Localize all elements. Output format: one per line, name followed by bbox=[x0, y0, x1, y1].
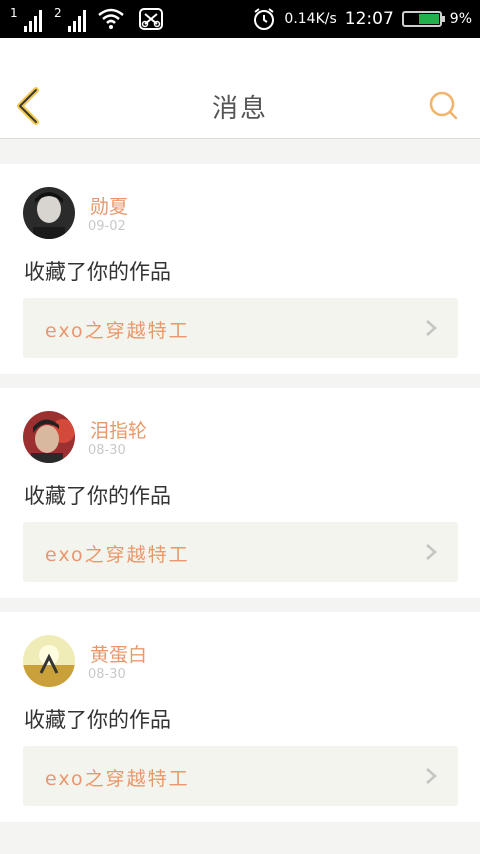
search-button[interactable] bbox=[428, 90, 460, 122]
search-icon bbox=[429, 91, 458, 120]
sim1-label: 1 bbox=[10, 6, 18, 20]
work-link[interactable]: exo之穿越特工 bbox=[23, 298, 458, 358]
avatar[interactable] bbox=[23, 187, 75, 239]
status-bar: 1 2 0.14K/s 12:07 9% bbox=[0, 0, 480, 38]
tools-icon bbox=[139, 8, 163, 30]
work-link[interactable]: exo之穿越特工 bbox=[23, 746, 458, 806]
avatar[interactable] bbox=[23, 635, 75, 687]
notification-list: 勋夏 09-02 收藏了你的作品 exo之穿越特工 泪指轮 08-30 收藏了你… bbox=[0, 150, 480, 822]
wifi-icon bbox=[98, 8, 124, 29]
page-title: 消息 bbox=[211, 94, 268, 124]
work-title: exo之穿越特工 bbox=[45, 320, 190, 342]
notification-card: 勋夏 09-02 收藏了你的作品 exo之穿越特工 bbox=[0, 164, 480, 374]
status-left: 1 2 bbox=[10, 5, 164, 33]
avatar[interactable] bbox=[23, 411, 75, 463]
signal-sim2-icon: 2 bbox=[54, 6, 86, 32]
work-link[interactable]: exo之穿越特工 bbox=[23, 522, 458, 582]
header: 消息 bbox=[0, 38, 480, 139]
action-text: 收藏了你的作品 bbox=[24, 708, 171, 732]
work-title: exo之穿越特工 bbox=[45, 768, 190, 790]
date: 08-30 bbox=[88, 443, 126, 458]
chevron-right-icon bbox=[426, 320, 437, 336]
date: 09-02 bbox=[88, 219, 126, 234]
action-text: 收藏了你的作品 bbox=[24, 260, 171, 284]
battery-level: 9% bbox=[449, 11, 472, 27]
username[interactable]: 勋夏 bbox=[90, 192, 128, 219]
notification-card: 黄蛋白 08-30 收藏了你的作品 exo之穿越特工 bbox=[0, 612, 480, 822]
username[interactable]: 黄蛋白 bbox=[90, 640, 147, 667]
status-right: 0.14K/s 12:07 9% bbox=[252, 5, 472, 33]
notification-card: 泪指轮 08-30 收藏了你的作品 exo之穿越特工 bbox=[0, 388, 480, 598]
date: 08-30 bbox=[88, 667, 126, 682]
network-speed: 0.14K/s bbox=[284, 11, 337, 27]
chevron-right-icon bbox=[426, 544, 437, 560]
action-text: 收藏了你的作品 bbox=[24, 484, 171, 508]
clock: 12:07 bbox=[344, 9, 394, 29]
chevron-right-icon bbox=[426, 768, 437, 784]
alarm-icon bbox=[254, 8, 275, 30]
work-title: exo之穿越特工 bbox=[45, 544, 190, 566]
username[interactable]: 泪指轮 bbox=[90, 416, 147, 443]
sim2-label: 2 bbox=[54, 6, 62, 20]
screen: 1 2 0.14K/s 12:07 9% 消息 勋夏 09-02 收藏了你的作品… bbox=[0, 0, 480, 854]
battery-icon bbox=[401, 11, 445, 27]
signal-sim1-icon: 1 bbox=[10, 6, 42, 32]
